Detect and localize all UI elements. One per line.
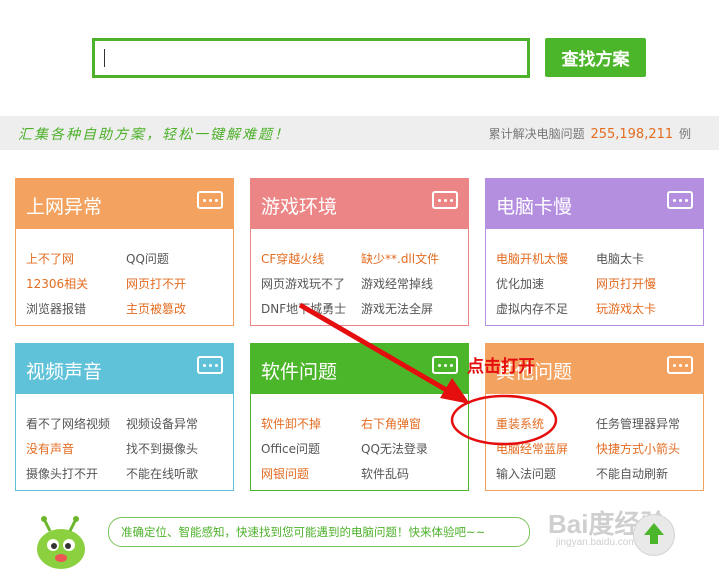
problem-link[interactable]: 右下角弹窗 bbox=[361, 412, 421, 437]
category-header[interactable]: 电脑卡慢 bbox=[486, 179, 703, 229]
problem-link[interactable]: 重装系统 bbox=[496, 412, 596, 437]
category-links: CF穿越火线 缺少**.dll文件 网页游戏玩不了 游戏经常掉线 DNF地下城勇士 游戏无… bbox=[261, 247, 464, 322]
problem-link[interactable]: 12306相关 bbox=[26, 272, 126, 297]
link-row: 看不了网络视频 视频设备异常 bbox=[26, 412, 229, 437]
problem-link[interactable]: 快捷方式小箭头 bbox=[596, 437, 680, 462]
problem-link[interactable]: CF穿越火线 bbox=[261, 247, 361, 272]
text-caret bbox=[104, 49, 105, 67]
counter-suffix: 例 bbox=[678, 127, 691, 141]
problem-link[interactable]: QQ无法登录 bbox=[361, 437, 428, 462]
counter-prefix: 累计解决电脑问题 bbox=[488, 127, 585, 141]
problem-link[interactable]: 看不了网络视频 bbox=[26, 412, 126, 437]
promo-bubble: 准确定位、智能感知，快速找到您可能遇到的电脑问题！快来体验吧~~ bbox=[108, 517, 530, 547]
category-links: 上不了网 QQ问题 12306相关 网页打不开 浏览器报错 主页被篡改 bbox=[26, 247, 229, 322]
search-field[interactable] bbox=[95, 41, 531, 77]
problem-link[interactable]: 网银问题 bbox=[261, 462, 361, 487]
link-row: 浏览器报错 主页被篡改 bbox=[26, 297, 229, 322]
problem-link[interactable]: DNF地下城勇士 bbox=[261, 297, 361, 322]
link-row: 网页游戏玩不了 游戏经常掉线 bbox=[261, 272, 464, 297]
category-header[interactable]: 游戏环境 bbox=[251, 179, 468, 229]
link-row: 电脑开机太慢 电脑太卡 bbox=[496, 247, 699, 272]
category-card: 视频声音看不了网络视频 视频设备异常 没有声音 找不到摄像头 摄像头打不开 不能在线听歌 bbox=[15, 343, 234, 491]
link-row: DNF地下城勇士 游戏无法全屏 bbox=[261, 297, 464, 322]
problem-link[interactable]: 输入法问题 bbox=[496, 462, 596, 487]
solved-counter: 累计解决电脑问题 255,198,211 例 bbox=[489, 125, 691, 142]
category-links: 重装系统 任务管理器异常 电脑经常蓝屏 快捷方式小箭头 输入法问题 不能自动刷新 bbox=[496, 412, 699, 487]
category-title[interactable]: 上网异常 bbox=[26, 192, 102, 219]
search-input[interactable] bbox=[92, 38, 531, 78]
problem-link[interactable]: 网页游戏玩不了 bbox=[261, 272, 361, 297]
category-card: 软件问题软件卸不掉 右下角弹窗 Office问题 QQ无法登录 网银问题 软件乱码 bbox=[250, 343, 469, 491]
problem-link[interactable]: 游戏无法全屏 bbox=[361, 297, 433, 322]
category-header[interactable]: 视频声音 bbox=[16, 344, 233, 394]
category-links: 电脑开机太慢 电脑太卡 优化加速 网页打开慢 虚拟内存不足 玩游戏太卡 bbox=[496, 247, 699, 322]
problem-link[interactable]: 任务管理器异常 bbox=[596, 412, 680, 437]
link-row: 输入法问题 不能自动刷新 bbox=[496, 462, 699, 487]
problem-link[interactable]: 网页打开慢 bbox=[596, 272, 656, 297]
category-title[interactable]: 软件问题 bbox=[261, 357, 337, 384]
link-row: 摄像头打不开 不能在线听歌 bbox=[26, 462, 229, 487]
annotation-label: 点击打开 bbox=[467, 357, 535, 377]
counter-value: 255,198,211 bbox=[590, 127, 674, 142]
slogan-text: 汇集各种自助方案，轻松一键解难题！ bbox=[18, 127, 290, 143]
link-row: 没有声音 找不到摄像头 bbox=[26, 437, 229, 462]
more-dots-icon[interactable] bbox=[667, 356, 693, 374]
category-card: 上网异常上不了网 QQ问题 12306相关 网页打不开 浏览器报错 主页被篡改 bbox=[15, 178, 234, 326]
problem-link[interactable]: 找不到摄像头 bbox=[126, 437, 198, 462]
link-row: 12306相关 网页打不开 bbox=[26, 272, 229, 297]
category-title[interactable]: 电脑卡慢 bbox=[496, 192, 572, 219]
category-title[interactable]: 游戏环境 bbox=[261, 192, 337, 219]
more-dots-icon[interactable] bbox=[432, 191, 458, 209]
problem-link[interactable]: 游戏经常掉线 bbox=[361, 272, 433, 297]
problem-link[interactable]: 浏览器报错 bbox=[26, 297, 126, 322]
category-card: 游戏环境 CF穿越火线 缺少**.dll文件 网页游戏玩不了 游戏经常掉线 DNF地下城勇… bbox=[250, 178, 469, 326]
category-links: 看不了网络视频 视频设备异常 没有声音 找不到摄像头 摄像头打不开 不能在线听歌 bbox=[26, 412, 229, 487]
problem-link[interactable]: 缺少**.dll文件 bbox=[361, 247, 439, 272]
back-to-top-button[interactable] bbox=[633, 514, 675, 556]
problem-link[interactable]: 电脑太卡 bbox=[596, 247, 644, 272]
problem-link[interactable]: QQ问题 bbox=[126, 247, 169, 272]
problem-link[interactable]: 视频设备异常 bbox=[126, 412, 198, 437]
category-header[interactable]: 上网异常 bbox=[16, 179, 233, 229]
link-row: 虚拟内存不足 玩游戏太卡 bbox=[496, 297, 699, 322]
link-row: 上不了网 QQ问题 bbox=[26, 247, 229, 272]
problem-link[interactable]: 玩游戏太卡 bbox=[596, 297, 656, 322]
problem-link[interactable]: 上不了网 bbox=[26, 247, 126, 272]
link-row: 软件卸不掉 右下角弹窗 bbox=[261, 412, 464, 437]
link-row: Office问题 QQ无法登录 bbox=[261, 437, 464, 462]
link-row: CF穿越火线 缺少**.dll文件 bbox=[261, 247, 464, 272]
problem-link[interactable]: 软件乱码 bbox=[361, 462, 409, 487]
problem-link[interactable]: 电脑开机太慢 bbox=[496, 247, 596, 272]
problem-link[interactable]: 网页打不开 bbox=[126, 272, 186, 297]
category-header[interactable]: 软件问题 bbox=[251, 344, 468, 394]
problem-link[interactable]: 电脑经常蓝屏 bbox=[496, 437, 596, 462]
problem-link[interactable]: 软件卸不掉 bbox=[261, 412, 361, 437]
category-card: 电脑卡慢电脑开机太慢 电脑太卡 优化加速 网页打开慢 虚拟内存不足 玩游戏太卡 bbox=[485, 178, 704, 326]
problem-link[interactable]: Office问题 bbox=[261, 437, 361, 462]
more-dots-icon[interactable] bbox=[197, 356, 223, 374]
link-row: 网银问题 软件乱码 bbox=[261, 462, 464, 487]
link-row: 优化加速 网页打开慢 bbox=[496, 272, 699, 297]
link-row: 重装系统 任务管理器异常 bbox=[496, 412, 699, 437]
more-dots-icon[interactable] bbox=[432, 356, 458, 374]
problem-link[interactable]: 主页被篡改 bbox=[126, 297, 186, 322]
problem-link[interactable]: 不能自动刷新 bbox=[596, 462, 668, 487]
search-button[interactable]: 查找方案 bbox=[545, 38, 646, 77]
watermark-url: jingyan.baidu.com bbox=[556, 537, 637, 548]
problem-link[interactable]: 优化加速 bbox=[496, 272, 596, 297]
problem-link[interactable]: 没有声音 bbox=[26, 437, 126, 462]
link-row: 电脑经常蓝屏 快捷方式小箭头 bbox=[496, 437, 699, 462]
problem-link[interactable]: 不能在线听歌 bbox=[126, 462, 198, 487]
category-links: 软件卸不掉 右下角弹窗 Office问题 QQ无法登录 网银问题 软件乱码 bbox=[261, 412, 464, 487]
slogan-banner: 汇集各种自助方案，轻松一键解难题！ 累计解决电脑问题 255,198,211 例 bbox=[0, 116, 719, 150]
problem-link[interactable]: 摄像头打不开 bbox=[26, 462, 126, 487]
more-dots-icon[interactable] bbox=[667, 191, 693, 209]
more-dots-icon[interactable] bbox=[197, 191, 223, 209]
category-title[interactable]: 视频声音 bbox=[26, 357, 102, 384]
problem-link[interactable]: 虚拟内存不足 bbox=[496, 297, 596, 322]
green-mascot-icon bbox=[37, 516, 85, 569]
